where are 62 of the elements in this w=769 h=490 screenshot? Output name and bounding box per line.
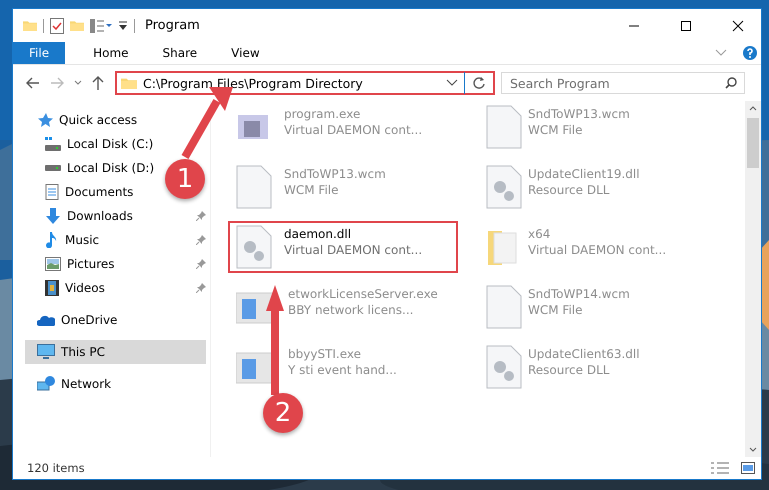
search-field[interactable]: Search Program	[501, 72, 745, 94]
up-arrow-icon	[92, 76, 104, 90]
sidebar-item[interactable]: Network	[25, 372, 206, 396]
gear-file-icon	[236, 225, 272, 269]
sidebar-item[interactable]: Quick access	[25, 108, 206, 132]
sidebar-item[interactable]: Local Disk (D:)	[25, 156, 154, 180]
refresh-icon[interactable]	[472, 76, 486, 90]
download-icon	[45, 208, 61, 224]
folder-icon	[121, 76, 137, 90]
document-icon	[45, 184, 59, 200]
music-icon	[45, 232, 59, 248]
sidebar-item[interactable]: OneDrive	[25, 308, 206, 332]
monitor-icon	[37, 344, 55, 360]
sidebar-item[interactable]: This PC	[25, 340, 206, 364]
item-count: 120 items	[27, 461, 86, 475]
step-number-badge: 2	[263, 393, 303, 433]
maximize-icon	[680, 20, 692, 32]
forward-arrow-icon	[50, 77, 64, 89]
chevron-down-icon	[74, 80, 82, 86]
blank-file-icon	[236, 165, 272, 209]
sidebar-item[interactable]: Pictures	[25, 252, 206, 276]
blank-file-icon	[486, 105, 522, 149]
address-bar[interactable]: C:\Program Files\Program Directory	[115, 71, 495, 95]
ribbon-tab[interactable]: View	[217, 42, 274, 64]
cloud-icon	[37, 314, 55, 326]
highlighted-file-item[interactable]: daemon.dll Virtual DAEMON cont...	[228, 221, 458, 273]
search-icon	[725, 77, 737, 89]
close-icon	[732, 20, 744, 32]
dropdown-icon[interactable]	[118, 20, 128, 30]
properties-icon	[90, 18, 112, 32]
help-icon[interactable]	[743, 46, 757, 60]
minimize-icon	[628, 24, 640, 26]
star-icon	[37, 112, 53, 128]
chevron-down-icon[interactable]	[446, 79, 458, 87]
sidebar-item[interactable]: Downloads	[25, 204, 206, 228]
file-menu-button[interactable]: File	[13, 42, 66, 64]
folder-icon	[70, 20, 84, 32]
drive-icon	[45, 165, 61, 171]
sidebar-item[interactable]: Documents	[25, 180, 134, 204]
blank-file-icon	[486, 285, 522, 329]
network-icon	[37, 376, 55, 392]
checklist-icon	[50, 18, 64, 34]
scrollbar[interactable]	[745, 101, 761, 457]
ribbon-tab[interactable]: Home	[79, 42, 143, 64]
step-number-badge: 1	[165, 159, 205, 199]
sidebar-item[interactable]: Videos	[25, 276, 206, 300]
sidebar-item[interactable]: Local Disk (C:)	[25, 132, 154, 156]
film-icon	[45, 280, 59, 296]
scroll-up-icon[interactable]	[749, 105, 757, 111]
scrollbar-thumb[interactable]	[747, 118, 759, 168]
gear-file-icon	[486, 345, 522, 389]
back-arrow-icon	[26, 77, 40, 89]
ribbon-tab[interactable]: Share	[148, 42, 212, 64]
folder-icon	[23, 20, 37, 32]
large-icons-view-icon[interactable]	[741, 462, 755, 474]
details-view-icon[interactable]	[711, 461, 729, 475]
gear-file-icon	[486, 165, 522, 209]
scroll-down-icon[interactable]	[749, 447, 757, 453]
pictures-icon	[45, 257, 61, 271]
window-title: Program	[145, 18, 201, 33]
drive-icon	[45, 137, 61, 151]
sidebar-item[interactable]: Music	[25, 228, 206, 252]
